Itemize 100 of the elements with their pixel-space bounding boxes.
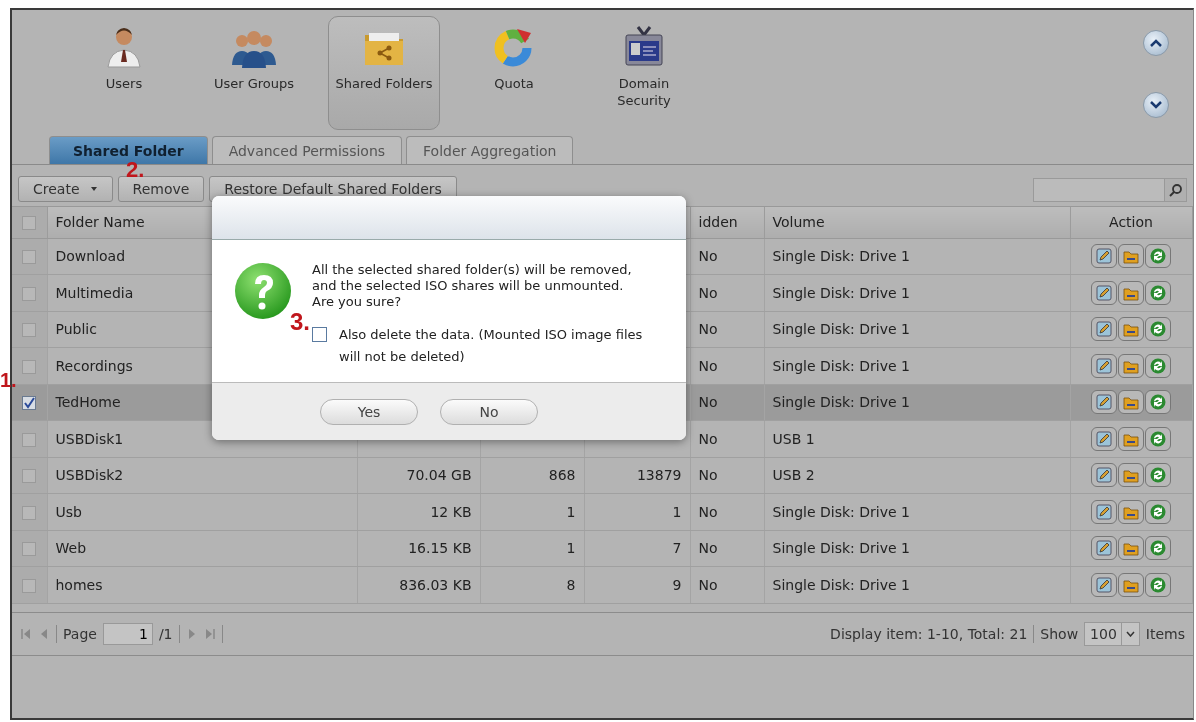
show-label: Show [1040,625,1079,642]
refresh-icon [1150,321,1166,338]
toolbar-button[interactable]: Remove [117,176,205,202]
edit-button[interactable] [1091,280,1117,305]
table-cell: 1 [566,540,576,557]
refresh-button[interactable] [1145,280,1171,305]
refresh-button[interactable] [1145,426,1171,451]
row-checkbox[interactable] [22,250,37,265]
table-row[interactable]: homes 836.03 KB 8 9 No Single Disk: Drive 1 [12,566,1192,603]
table-cell: Web [55,540,87,557]
folder-button[interactable] [1118,499,1144,524]
folder-button[interactable] [1118,390,1144,415]
table-cell: No [698,430,718,447]
nav-item[interactable]: User Groups [198,16,310,130]
pencil-icon [1096,394,1112,411]
dialog-button[interactable]: No [440,398,538,425]
refresh-button[interactable] [1145,317,1171,342]
pencil-icon [1096,321,1112,338]
search-button[interactable] [1164,179,1186,201]
row-checkbox[interactable] [22,469,37,484]
pencil-icon [1096,467,1112,484]
tab[interactable]: Advanced Permissions [211,136,403,164]
row-checkbox[interactable] [22,505,37,520]
edit-button[interactable] [1091,536,1117,561]
refresh-button[interactable] [1145,499,1171,524]
table-cell: 868 [548,467,576,484]
nav-item[interactable]: Shared Folders [328,16,440,130]
edit-button[interactable] [1091,244,1117,269]
edit-button[interactable] [1091,390,1117,415]
folder-button[interactable] [1118,244,1144,269]
table-cell: USB 1 [772,430,815,447]
pencil-icon [1096,357,1112,374]
folder-button[interactable] [1118,353,1144,378]
table-cell: No [698,248,718,265]
first-page-icon [20,627,32,640]
table-cell: homes [55,576,103,593]
row-checkbox[interactable] [22,542,37,557]
nav-item[interactable]: Quota [458,16,570,130]
refresh-icon [1150,540,1166,557]
page-number-field[interactable]: 1 [102,622,153,645]
folder-button[interactable] [1118,572,1144,597]
refresh-icon [1150,284,1166,301]
delete-data-checkbox[interactable] [312,327,327,342]
refresh-button[interactable] [1145,572,1171,597]
page-label: Page [63,625,97,642]
refresh-icon [1150,503,1166,520]
caret-icon [89,186,98,192]
dialog-message: All the selected shared folder(s) will be removed, and the selected ISO shares will be unmounted. Are you sure? [312,262,633,310]
pencil-icon [1096,284,1112,301]
scroll-down-button[interactable] [1143,92,1169,118]
select-all-checkbox[interactable] [22,216,37,231]
edit-button[interactable] [1091,499,1117,524]
refresh-button[interactable] [1145,353,1171,378]
table-cell: Single Disk: Drive 1 [772,503,910,520]
folder-icon [1123,394,1139,411]
nav-item[interactable]: Domain Security [588,16,700,130]
edit-button[interactable] [1091,572,1117,597]
dialog-button[interactable]: Yes [320,398,418,425]
table-cell: No [698,284,718,301]
table-row[interactable]: Usb 12 KB 1 1 No Single Disk: Drive 1 [12,493,1192,530]
folder-button[interactable] [1118,536,1144,561]
row-checkbox[interactable] [22,323,37,338]
table-cell: Single Disk: Drive 1 [772,394,910,411]
row-checkbox[interactable] [22,286,37,301]
refresh-button[interactable] [1145,244,1171,269]
search-field[interactable] [1033,178,1187,202]
tab[interactable]: Folder Aggregation [406,136,574,164]
checkmark-icon [24,397,36,410]
scroll-up-button[interactable] [1143,30,1169,56]
pencil-icon [1096,503,1112,520]
refresh-button[interactable] [1145,463,1171,488]
nav-item[interactable]: Users [68,16,180,130]
row-checkbox[interactable] [22,396,37,411]
page-count: /1 [158,625,173,642]
table-cell: 9 [672,576,682,593]
refresh-icon [1150,357,1166,374]
row-checkbox[interactable] [22,359,37,374]
id-badge-icon [622,25,666,69]
edit-button[interactable] [1091,426,1117,451]
folder-button[interactable] [1118,463,1144,488]
refresh-button[interactable] [1145,390,1171,415]
folder-button[interactable] [1118,426,1144,451]
refresh-button[interactable] [1145,536,1171,561]
row-checkbox[interactable] [22,432,37,447]
folder-button[interactable] [1118,280,1144,305]
items-per-page-dropdown[interactable]: 100 [1084,621,1140,646]
pencil-icon [1096,248,1112,265]
refresh-icon [1150,394,1166,411]
table-row[interactable]: USBDisk2 70.04 GB 868 13879 No USB 2 [12,457,1192,494]
create-dropdown-button[interactable]: Create [18,176,113,202]
row-checkbox[interactable] [22,578,37,593]
table-cell: 8 [566,576,576,593]
table-cell: 836.03 KB [399,576,472,593]
folder-button[interactable] [1118,317,1144,342]
chevron-down-icon [1150,101,1162,109]
table-row[interactable]: Web 16.15 KB 1 7 No Single Disk: Drive 1 [12,530,1192,567]
edit-button[interactable] [1091,353,1117,378]
edit-button[interactable] [1091,463,1117,488]
edit-button[interactable] [1091,317,1117,342]
table-cell: Single Disk: Drive 1 [772,576,910,593]
